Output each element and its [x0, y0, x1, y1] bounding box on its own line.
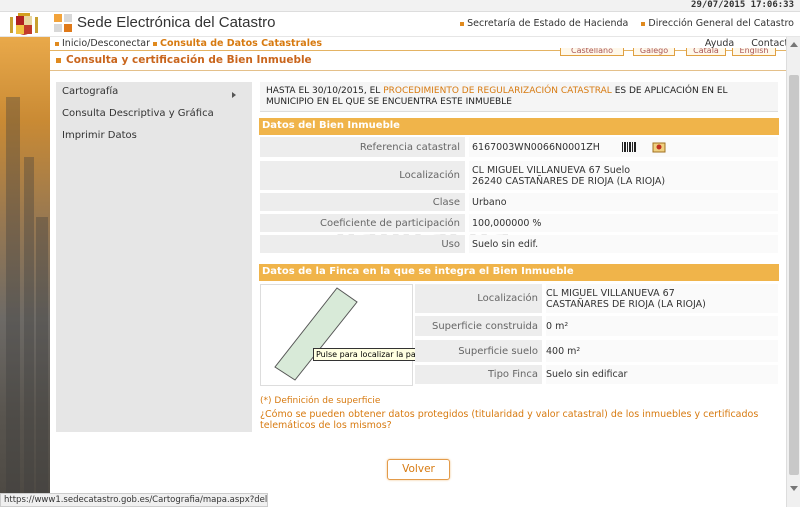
row-uso: Uso Suelo sin edif.: [260, 235, 778, 255]
heading-divider: [50, 70, 790, 71]
lang-tab-english[interactable]: English: [732, 48, 776, 56]
finca-localizacion-line2: CASTAÑARES DE RIOJA (LA RIOJA): [546, 298, 706, 310]
status-bar-url: https://www1.sedecatastro.gob.es/Cartogr…: [0, 493, 268, 507]
definition-link[interactable]: (*) Definición de superficie: [260, 396, 380, 406]
nav-home-link[interactable]: Inicio/Desconectar: [55, 38, 150, 49]
uso-value: Suelo sin edif.: [469, 235, 778, 253]
finca-row-sup-suelo: Superficie suelo 400 m²: [415, 340, 778, 364]
uso-label: Uso: [260, 235, 465, 253]
tipo-finca-value: Suelo sin edificar: [546, 365, 778, 384]
catastro-brand-icon: [54, 14, 72, 32]
lang-tab-castellano[interactable]: Castellano: [560, 48, 624, 56]
timestamp: 29/07/2015 17:06:33: [691, 0, 794, 10]
coat-of-arms-logo[interactable]: [8, 12, 40, 36]
regularization-link[interactable]: PROCEDIMIENTO DE REGULARIZACIÓN CATASTRA…: [383, 86, 612, 96]
link-direccion-general[interactable]: Dirección General del Catastro: [641, 18, 794, 29]
sup-construida-label: Superficie construida: [415, 316, 542, 336]
coeficiente-value: 100,000000 %: [469, 214, 778, 232]
scroll-thumb[interactable]: [789, 75, 799, 475]
sup-construida-value: 0 m²: [546, 316, 778, 336]
scroll-up-icon[interactable]: [790, 42, 798, 47]
protected-data-link[interactable]: ¿Cómo se pueden obtener datos protegidos…: [260, 409, 780, 431]
site-title: Sede Electrónica del Catastro: [77, 14, 276, 31]
map-locate-icon[interactable]: [652, 141, 666, 153]
chevron-right-icon: [232, 92, 236, 98]
section-bien-title: Datos del Bien Inmueble: [259, 118, 779, 135]
site-header: Sede Electrónica del Catastro Secretaría…: [0, 12, 800, 37]
lang-tab-catala[interactable]: Català: [686, 48, 726, 56]
vertical-scrollbar[interactable]: [786, 37, 800, 507]
header-links: Secretaría de Estado de Hacienda Direcci…: [450, 18, 794, 29]
finca-row-sup-construida: Superficie construida 0 m²: [415, 316, 778, 338]
finca-row-tipo: Tipo Finca Suelo sin edificar: [415, 365, 778, 386]
localizacion-line1: CL MIGUEL VILLANUEVA 67 Suelo: [472, 164, 631, 176]
row-clase: Clase Urbano: [260, 193, 778, 213]
barcode-icon[interactable]: [621, 142, 636, 152]
left-menu: Cartografía Consulta Descriptiva y Gráfi…: [56, 82, 252, 432]
parcel-map[interactable]: [260, 284, 413, 386]
localizacion-label: Localización: [260, 161, 465, 190]
volver-button[interactable]: Volver: [387, 459, 450, 480]
referencia-label: Referencia catastral: [260, 137, 465, 157]
clase-label: Clase: [260, 193, 465, 211]
regularization-notice: HASTA EL 30/10/2015, EL PROCEDIMIENTO DE…: [260, 82, 778, 112]
row-localizacion: Localización CL MIGUEL VILLANUEVA 67 Sue…: [260, 161, 778, 192]
page-heading: Consulta y certificación de Bien Inmuebl…: [56, 54, 312, 66]
tipo-finca-label: Tipo Finca: [415, 365, 542, 384]
section-finca-title: Datos de la Finca en la que se integra e…: [259, 264, 779, 281]
sup-suelo-value: 400 m²: [546, 340, 778, 362]
row-referencia: Referencia catastral 6167003WN0066N0001Z…: [260, 137, 778, 159]
link-secretaria[interactable]: Secretaría de Estado de Hacienda: [460, 18, 628, 29]
scroll-down-icon[interactable]: [790, 486, 798, 491]
menu-item-imprimir[interactable]: Imprimir Datos: [62, 130, 137, 141]
sup-suelo-label: Superficie suelo: [415, 340, 542, 362]
coeficiente-label: Coeficiente de participación: [260, 214, 465, 232]
decorative-photo-strip: [0, 37, 50, 507]
finca-localizacion-line1: CL MIGUEL VILLANUEVA 67: [546, 287, 675, 299]
parcel-shape[interactable]: [261, 285, 413, 386]
finca-row-localizacion: Localización CL MIGUEL VILLANUEVA 67 CAS…: [415, 284, 778, 315]
menu-item-consulta[interactable]: Consulta Descriptiva y Gráfica: [62, 108, 214, 119]
menu-item-cartografia[interactable]: Cartografía: [62, 86, 246, 100]
localizacion-line2: 26240 CASTAÑARES DE RIOJA (LA RIOJA): [472, 175, 666, 187]
timestamp-bar: 29/07/2015 17:06:33: [0, 0, 800, 12]
finca-localizacion-label: Localización: [415, 284, 542, 313]
page-root: 29/07/2015 17:06:33 Sede Electrónica del…: [0, 0, 800, 507]
referencia-value: 6167003WN0066N0001ZH: [472, 141, 600, 153]
row-coeficiente: Coeficiente de participación 100,000000 …: [260, 214, 778, 234]
clase-value: Urbano: [469, 193, 778, 211]
nav-consulta-link[interactable]: Consulta de Datos Catastrales: [153, 38, 322, 49]
lang-tab-galego[interactable]: Galego: [633, 48, 675, 56]
